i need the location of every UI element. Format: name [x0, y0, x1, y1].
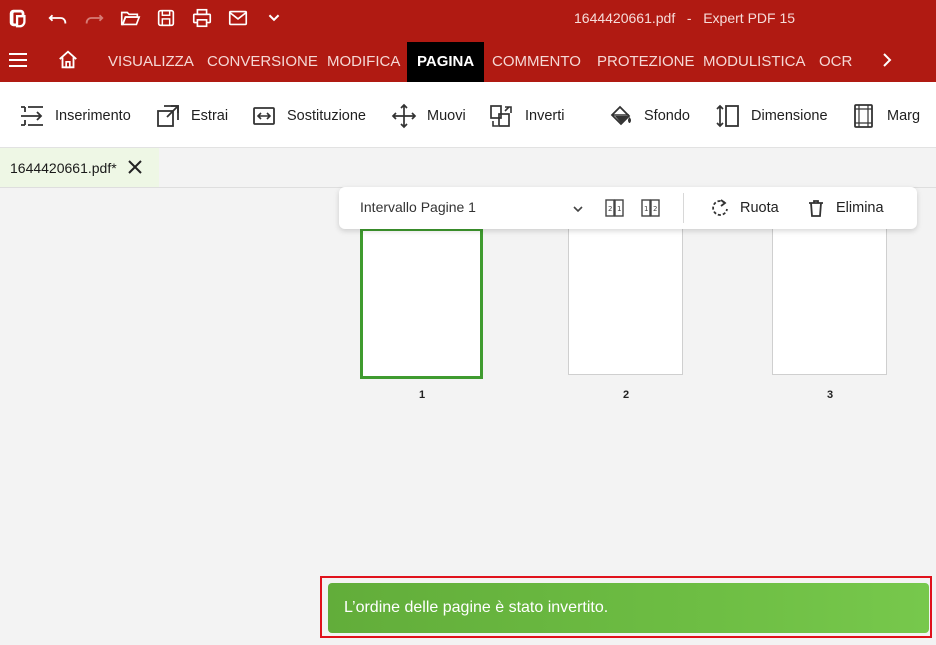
svg-text:1: 1 — [644, 205, 648, 213]
rotate-icon — [712, 199, 728, 216]
ribbon-toolbar: Inserimento Estrai Sostituzione Muovi In… — [0, 82, 936, 148]
document-tabs: 1644420661.pdf* — [0, 148, 936, 188]
tab-conversione[interactable]: CONVERSIONE — [197, 42, 328, 82]
document-tab-name: 1644420661.pdf* — [10, 159, 117, 176]
delete-label: Elimina — [836, 200, 884, 216]
close-icon[interactable] — [126, 158, 144, 176]
rotate-right-page-icon[interactable]: 12 — [640, 197, 662, 219]
rotate-left-page-icon[interactable]: 21 — [604, 197, 626, 219]
page-number-1: 1 — [418, 389, 426, 401]
extract-button[interactable]: Estrai — [155, 103, 228, 129]
toolbar-divider — [683, 193, 684, 223]
menu-bar: VISUALIZZA CONVERSIONE MODIFICA PAGINA C… — [0, 38, 936, 82]
svg-text:2: 2 — [653, 205, 657, 213]
svg-text:1: 1 — [617, 205, 621, 213]
dimension-label: Dimensione — [751, 108, 828, 124]
chevron-right-icon[interactable] — [877, 50, 897, 70]
tab-ocr[interactable]: OCR — [809, 42, 862, 82]
fill-bucket-icon — [610, 105, 631, 126]
margins-button[interactable]: Marg — [851, 103, 920, 129]
tab-commento[interactable]: COMMENTO — [482, 42, 591, 82]
page-thumbnail-1[interactable] — [360, 228, 483, 379]
extract-label: Estrai — [191, 108, 229, 124]
page-range-select[interactable]: Intervallo Pagine 1 — [360, 199, 476, 215]
save-icon[interactable] — [154, 6, 178, 30]
svg-text:2: 2 — [608, 205, 612, 213]
toast-message: L’ordine delle pagine è stato invertito. — [344, 599, 609, 616]
page-thumbnail-2[interactable] — [568, 228, 683, 375]
move-label: Muovi — [427, 108, 466, 124]
replace-icon — [253, 107, 275, 125]
page-toolbar: Intervallo Pagine 1 21 12 Ruota Elimina — [339, 187, 917, 229]
insert-label: Inserimento — [55, 108, 131, 124]
replace-button[interactable]: Sostituzione — [251, 103, 366, 129]
page-number-3: 3 — [826, 389, 834, 401]
title-bar: 1644420661.pdf - Expert PDF 15 — [0, 0, 936, 38]
extract-icon — [157, 105, 179, 127]
delete-button[interactable]: Elimina — [806, 197, 884, 219]
move-icon — [391, 103, 417, 129]
tab-modulistica[interactable]: MODULISTICA — [693, 42, 816, 82]
background-label: Sfondo — [644, 108, 690, 124]
margins-label: Marg — [887, 108, 921, 124]
replace-label: Sostituzione — [287, 108, 366, 124]
move-button[interactable]: Muovi — [391, 103, 466, 129]
invert-icon — [490, 105, 512, 127]
rotate-button[interactable]: Ruota — [710, 197, 779, 219]
tab-protezione[interactable]: PROTEZIONE — [587, 42, 705, 82]
print-icon[interactable] — [190, 6, 214, 30]
page-number-2: 2 — [622, 389, 630, 401]
invert-label: Inverti — [525, 108, 565, 124]
insert-button[interactable]: Inserimento — [19, 103, 131, 129]
redo-icon[interactable] — [82, 6, 106, 30]
rotate-label: Ruota — [740, 200, 779, 216]
tab-modifica[interactable]: MODIFICA — [317, 42, 410, 82]
chevron-down-icon[interactable] — [572, 202, 584, 214]
app-logo-icon — [6, 6, 30, 30]
background-button[interactable]: Sfondo — [608, 103, 690, 129]
tab-visualizza[interactable]: VISUALIZZA — [98, 42, 204, 82]
toast-notification: L’ordine delle pagine è stato invertito. — [328, 583, 929, 633]
window-title: 1644420661.pdf - Expert PDF 15 — [574, 10, 796, 26]
chevron-down-icon[interactable] — [262, 6, 286, 30]
home-icon[interactable] — [57, 49, 79, 71]
dimension-button[interactable]: Dimensione — [715, 103, 828, 129]
open-folder-icon[interactable] — [118, 6, 142, 30]
insert-icon — [21, 106, 43, 126]
page-thumbnail-3[interactable] — [772, 228, 887, 375]
trash-icon — [809, 200, 823, 217]
resize-icon — [716, 104, 739, 128]
mail-icon[interactable] — [226, 6, 250, 30]
undo-icon[interactable] — [46, 6, 70, 30]
document-tab[interactable]: 1644420661.pdf* — [0, 148, 159, 187]
hamburger-menu-icon[interactable] — [8, 51, 28, 69]
invert-button[interactable]: Inverti — [489, 103, 565, 129]
tab-pagina[interactable]: PAGINA — [407, 42, 485, 82]
margins-icon — [854, 104, 873, 128]
